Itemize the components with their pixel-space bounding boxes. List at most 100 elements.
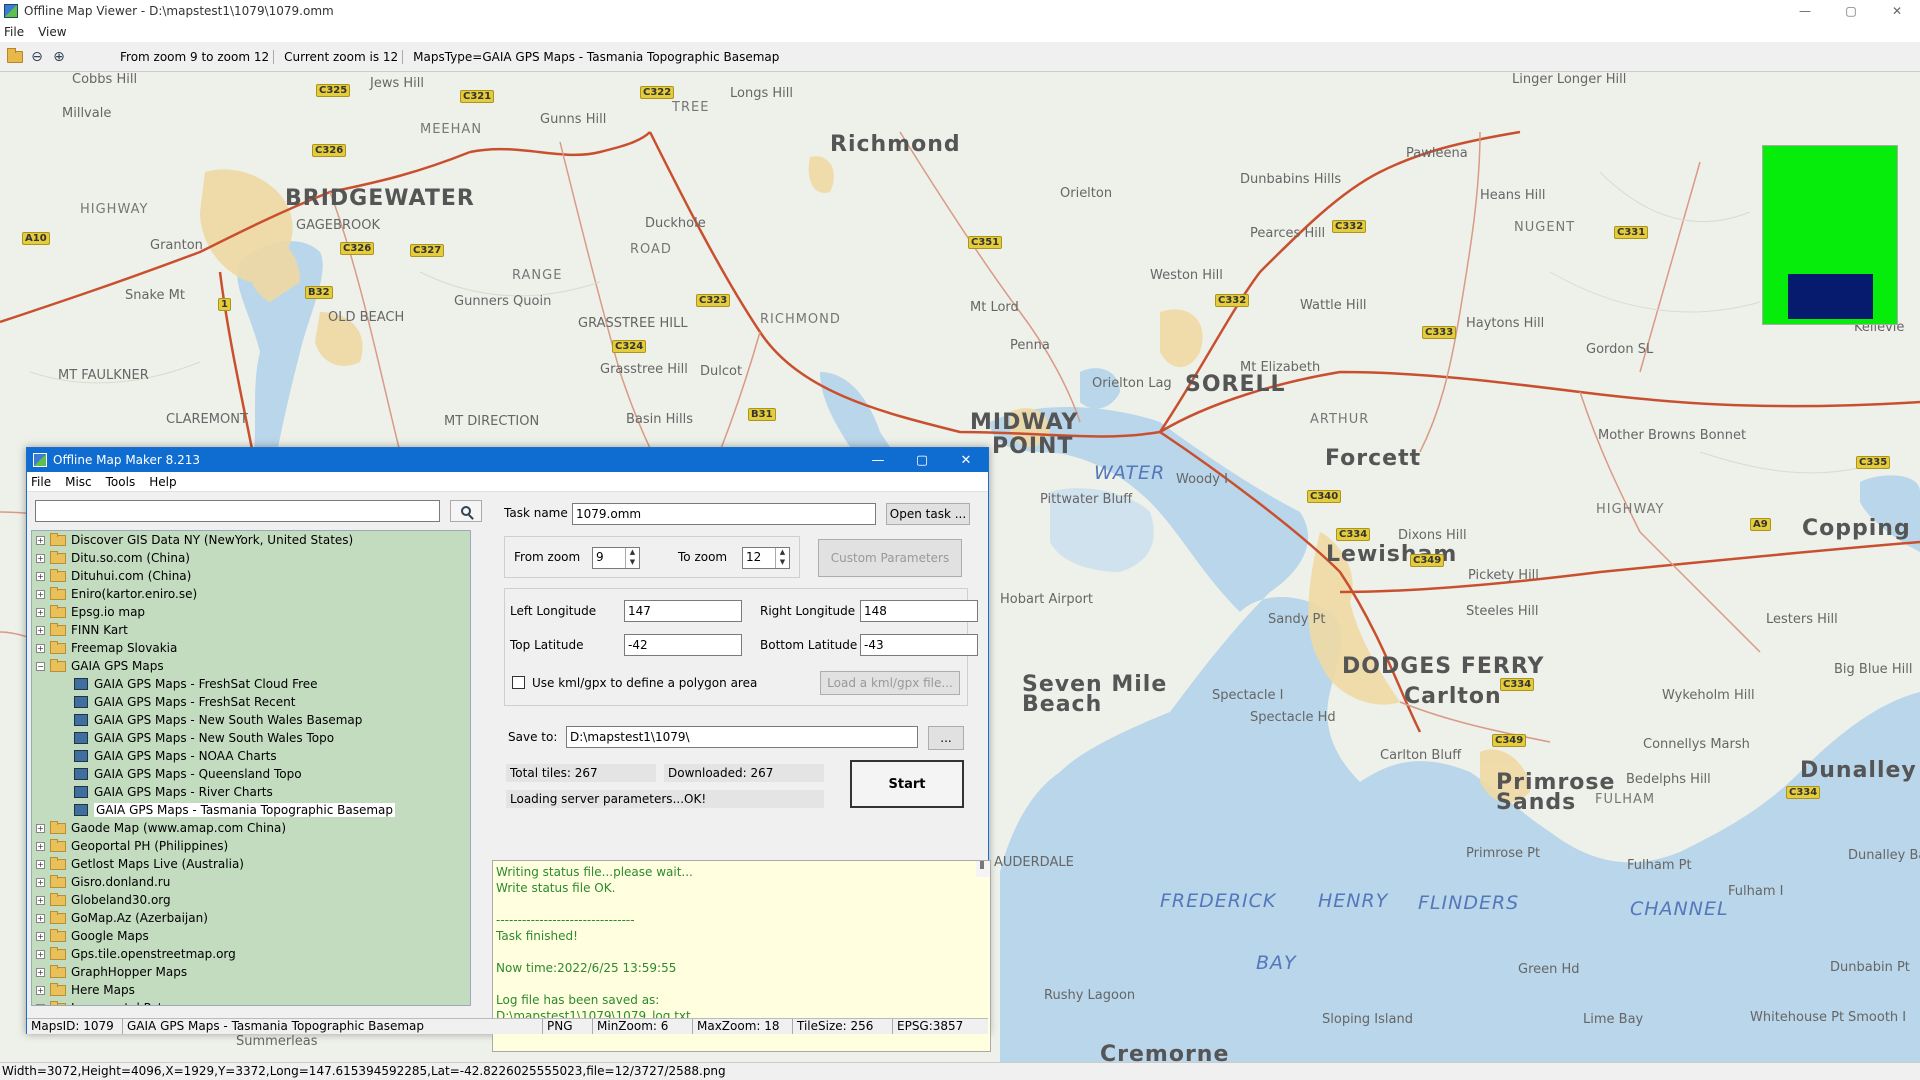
to-zoom-arrows[interactable]: ▲ ▼ xyxy=(775,548,789,568)
map-place-label: Pickety Hill xyxy=(1468,568,1539,583)
left-longitude-input[interactable] xyxy=(624,600,742,622)
tree-folder-row[interactable]: + Ditu.so.com (China) xyxy=(32,549,470,567)
tree-folder-row[interactable]: + Geoportal PH (Philippines) xyxy=(32,837,470,855)
tree-item-label: GAIA GPS Maps xyxy=(71,659,164,673)
tree-map-row[interactable]: GAIA GPS Maps - Tasmania Topographic Bas… xyxy=(32,801,470,819)
search-button[interactable] xyxy=(450,500,482,522)
expand-icon[interactable]: + xyxy=(36,571,45,581)
map-place-label: Hobart Airport xyxy=(1000,592,1094,607)
expand-icon[interactable]: + xyxy=(36,535,45,545)
expand-icon[interactable]: + xyxy=(36,913,45,923)
from-zoom-arrows[interactable]: ▲ ▼ xyxy=(625,548,639,568)
expand-icon[interactable]: + xyxy=(36,985,45,995)
road-shield: C334 xyxy=(1336,528,1371,541)
tree-folder-row[interactable]: + Getlost Maps Live (Australia) xyxy=(32,855,470,873)
spin-down-icon[interactable]: ▼ xyxy=(776,558,789,568)
load-kml-button[interactable]: Load a kml/gpx file... xyxy=(820,671,960,695)
log-line: Writing status file...please wait... xyxy=(496,865,693,879)
kml-polygon-checkbox[interactable] xyxy=(512,676,525,689)
to-zoom-spinner[interactable]: 12 ▲ ▼ xyxy=(742,547,790,569)
dialog-titlebar[interactable]: Offline Map Maker 8.213 — ▢ ✕ xyxy=(27,448,988,472)
bottom-latitude-input[interactable] xyxy=(860,634,978,656)
zoom-in-button[interactable]: ⊕ xyxy=(48,46,70,68)
tree-map-row[interactable]: GAIA GPS Maps - New South Wales Topo xyxy=(32,729,470,747)
expand-icon[interactable]: + xyxy=(36,877,45,887)
map-search-input[interactable] xyxy=(35,500,440,522)
tree-folder-row[interactable]: + GraphHopper Maps xyxy=(32,963,470,981)
close-button[interactable]: ✕ xyxy=(1874,0,1920,22)
maximize-button[interactable]: ▢ xyxy=(1828,0,1874,22)
map-place-label: Spectacle I xyxy=(1212,688,1284,703)
tree-map-row[interactable]: GAIA GPS Maps - Queensland Topo xyxy=(32,765,470,783)
open-folder-button[interactable] xyxy=(4,46,26,68)
dialog-menu-tools[interactable]: Tools xyxy=(106,475,136,489)
menu-file[interactable]: File xyxy=(4,25,24,39)
right-longitude-input[interactable] xyxy=(860,600,978,622)
tree-folder-row[interactable]: + Epsg.io map xyxy=(32,603,470,621)
expand-icon[interactable]: + xyxy=(36,589,45,599)
tree-item-label: GraphHopper Maps xyxy=(71,965,188,979)
tree-map-row[interactable]: GAIA GPS Maps - River Charts xyxy=(32,783,470,801)
spin-up-icon[interactable]: ▲ xyxy=(626,548,639,558)
tree-folder-row[interactable]: + Eniro(kartor.eniro.se) xyxy=(32,585,470,603)
tree-folder-row[interactable]: + Gisro.donland.ru xyxy=(32,873,470,891)
overview-viewport[interactable] xyxy=(1788,274,1873,319)
expand-icon[interactable]: + xyxy=(36,1003,45,1005)
task-name-input[interactable] xyxy=(572,503,876,525)
save-to-input[interactable] xyxy=(566,726,918,748)
tree-map-row[interactable]: GAIA GPS Maps - FreshSat Recent xyxy=(32,693,470,711)
custom-parameters-button[interactable]: Custom Parameters xyxy=(818,539,962,577)
expand-icon[interactable]: + xyxy=(36,643,45,653)
dialog-menu-file[interactable]: File xyxy=(31,475,51,489)
tree-item-label: Globeland30.org xyxy=(71,893,171,907)
tree-folder-row[interactable]: + Ingeoportal Peta xyxy=(32,999,470,1005)
tree-folder-row[interactable]: + FINN Kart xyxy=(32,621,470,639)
expand-icon[interactable]: + xyxy=(36,895,45,905)
tree-folder-row[interactable]: + Here Maps xyxy=(32,981,470,999)
dialog-maximize-button[interactable]: ▢ xyxy=(900,448,944,472)
map-place-label: Smooth I xyxy=(1848,1010,1907,1025)
tree-map-row[interactable]: GAIA GPS Maps - NOAA Charts xyxy=(32,747,470,765)
from-zoom-spinner[interactable]: 9 ▲ ▼ xyxy=(592,547,640,569)
expand-icon[interactable]: + xyxy=(36,553,45,563)
max-zoom-status: MaxZoom: 18 xyxy=(693,1019,793,1034)
spin-down-icon[interactable]: ▼ xyxy=(626,558,639,568)
dialog-close-button[interactable]: ✕ xyxy=(944,448,988,472)
log-scroll-thumb[interactable] xyxy=(980,861,984,869)
overview-map[interactable] xyxy=(1762,145,1898,325)
tree-folder-row[interactable]: + Gps.tile.openstreetmap.org xyxy=(32,945,470,963)
open-task-button[interactable]: Open task ... xyxy=(886,503,970,525)
collapse-icon[interactable]: − xyxy=(36,661,45,671)
expand-icon[interactable]: + xyxy=(36,967,45,977)
start-button[interactable]: Start xyxy=(850,760,964,808)
tree-folder-row[interactable]: + GoMap.Az (Azerbaijan) xyxy=(32,909,470,927)
minimize-button[interactable]: — xyxy=(1782,0,1828,22)
dialog-menu-help[interactable]: Help xyxy=(149,475,176,489)
tree-folder-row[interactable]: + Globeland30.org xyxy=(32,891,470,909)
tree-folder-row[interactable]: + Gaode Map (www.amap.com China) xyxy=(32,819,470,837)
zoom-out-button[interactable]: ⊖ xyxy=(26,46,48,68)
menu-view[interactable]: View xyxy=(38,25,66,39)
expand-icon[interactable]: + xyxy=(36,931,45,941)
browse-button[interactable]: ... xyxy=(928,726,964,750)
dialog-menu-misc[interactable]: Misc xyxy=(65,475,92,489)
log-scrollbar[interactable] xyxy=(976,861,990,877)
map-source-tree[interactable]: + Discover GIS Data NY (NewYork, United S… xyxy=(31,530,471,1006)
tree-item-label: GAIA GPS Maps - Queensland Topo xyxy=(94,767,302,781)
tree-folder-row[interactable]: + Google Maps xyxy=(32,927,470,945)
expand-icon[interactable]: + xyxy=(36,949,45,959)
tree-map-row[interactable]: GAIA GPS Maps - FreshSat Cloud Free xyxy=(32,675,470,693)
expand-icon[interactable]: + xyxy=(36,607,45,617)
expand-icon[interactable]: + xyxy=(36,859,45,869)
tree-map-row[interactable]: GAIA GPS Maps - New South Wales Basemap xyxy=(32,711,470,729)
tree-folder-row[interactable]: + Freemap Slovakia xyxy=(32,639,470,657)
tree-folder-row[interactable]: − GAIA GPS Maps xyxy=(32,657,470,675)
expand-icon[interactable]: + xyxy=(36,625,45,635)
expand-icon[interactable]: + xyxy=(36,841,45,851)
expand-icon[interactable]: + xyxy=(36,823,45,833)
dialog-minimize-button[interactable]: — xyxy=(856,448,900,472)
tree-folder-row[interactable]: + Dituhui.com (China) xyxy=(32,567,470,585)
tree-folder-row[interactable]: + Discover GIS Data NY (NewYork, United S… xyxy=(32,531,470,549)
spin-up-icon[interactable]: ▲ xyxy=(776,548,789,558)
top-latitude-input[interactable] xyxy=(624,634,742,656)
